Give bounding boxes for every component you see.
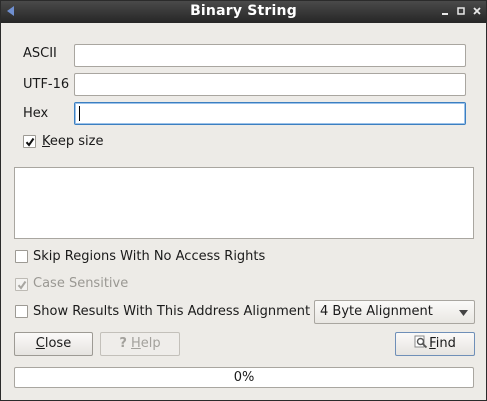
binary-string-dialog: Binary String ASCII UTF-16 Hex Keep size…: [0, 0, 487, 401]
ascii-input[interactable]: [74, 44, 466, 67]
case-sensitive-checkbox[interactable]: [15, 278, 28, 291]
help-icon: ?: [119, 336, 127, 351]
hex-input[interactable]: [74, 102, 466, 125]
chevron-down-icon: [459, 310, 468, 316]
text-caret: [79, 106, 80, 121]
utf16-label: UTF-16: [23, 77, 70, 92]
address-alignment-checkbox[interactable]: [15, 305, 28, 318]
skip-regions-label[interactable]: Skip Regions With No Access Rights: [33, 249, 265, 264]
alignment-selected-value: 4 Byte Alignment: [320, 304, 433, 319]
keep-size-checkbox[interactable]: [23, 135, 36, 148]
find-icon: [414, 335, 428, 349]
search-progress-bar: 0%: [14, 367, 474, 388]
close-button[interactable]: Close: [14, 332, 93, 356]
maximize-icon[interactable]: [455, 5, 467, 17]
ascii-label: ASCII: [23, 46, 57, 61]
alignment-select[interactable]: 4 Byte Alignment: [314, 300, 475, 324]
close-icon[interactable]: [471, 5, 483, 17]
progress-label: 0%: [233, 370, 255, 385]
find-button[interactable]: Find: [395, 332, 475, 356]
hex-label: Hex: [23, 106, 49, 121]
keep-size-label[interactable]: Keep size: [42, 134, 103, 149]
checkmark-icon: [25, 137, 35, 147]
results-list[interactable]: [14, 167, 474, 239]
skip-regions-checkbox[interactable]: [15, 250, 28, 263]
utf16-input[interactable]: [74, 73, 466, 96]
title-bar[interactable]: Binary String: [1, 1, 486, 23]
help-button[interactable]: ? Help: [100, 332, 180, 356]
window-title: Binary String: [190, 3, 297, 19]
case-sensitive-label: Case Sensitive: [33, 276, 129, 291]
minimize-icon[interactable]: [439, 5, 451, 17]
address-alignment-label[interactable]: Show Results With This Address Alignment: [33, 304, 310, 319]
checkmark-icon: [17, 280, 27, 290]
